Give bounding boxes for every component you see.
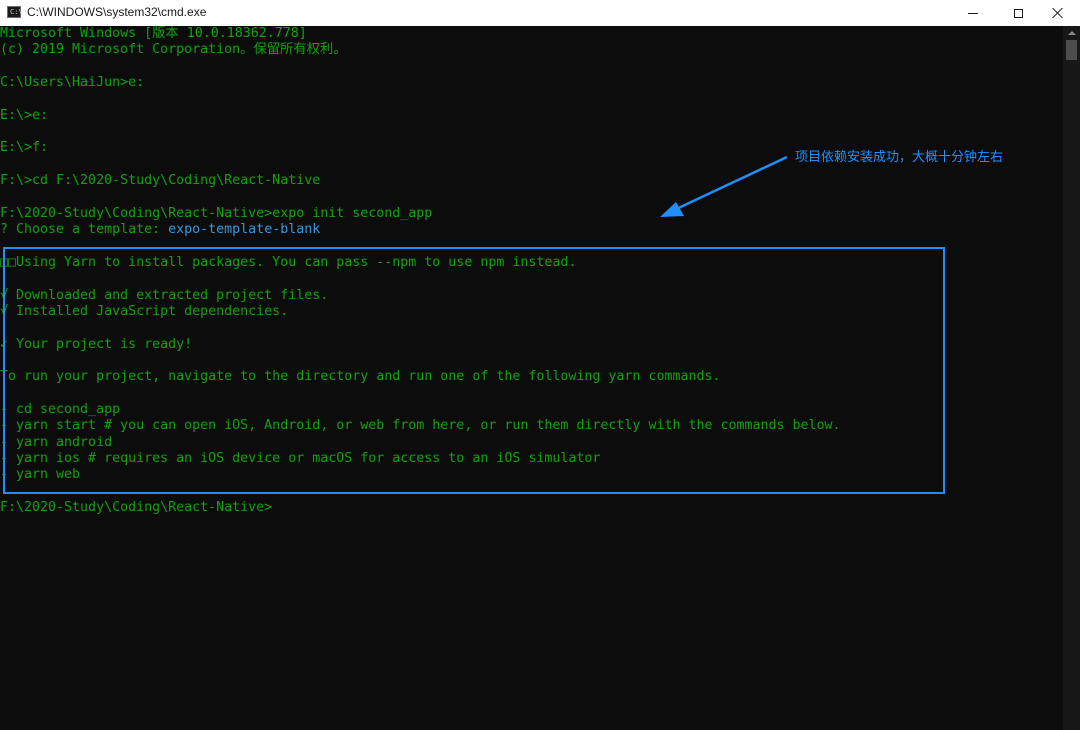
cmd-window: C:\ C:\WINDOWS\system32\cmd.exe Microsof… <box>0 0 1080 730</box>
annotation-label: 项目依赖安装成功，大概十分钟左右 <box>795 149 1004 164</box>
annotation-arrow-icon <box>660 155 788 217</box>
